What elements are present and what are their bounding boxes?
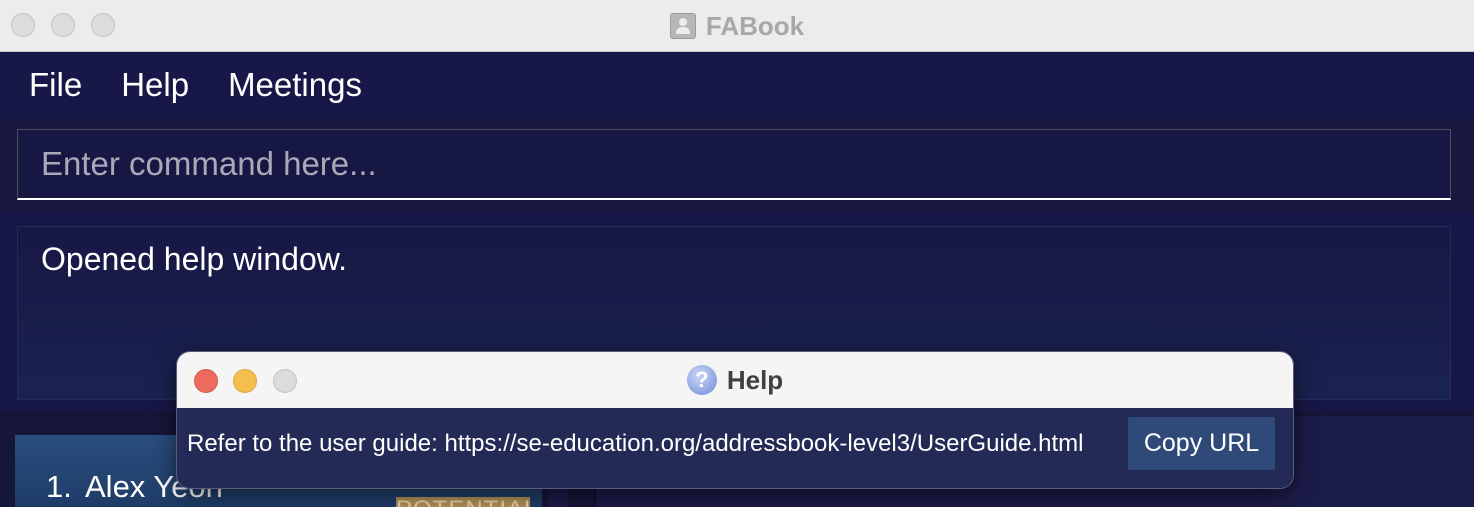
person-index: 1.: [46, 469, 72, 504]
menu-file[interactable]: File: [29, 66, 82, 104]
window-title-group: FABook: [0, 0, 1474, 52]
help-dialog: ? Help Refer to the user guide: https://…: [176, 351, 1294, 489]
menu-meetings[interactable]: Meetings: [228, 66, 362, 104]
window-title: FABook: [705, 10, 805, 41]
help-message: Refer to the user guide: https://se-educ…: [187, 430, 1084, 457]
menu-help[interactable]: Help: [121, 66, 189, 104]
question-icon: ?: [686, 365, 717, 395]
help-title-group: ? Help: [177, 352, 1293, 408]
person-tag: POTENTIAL: [396, 497, 537, 507]
help-body: Refer to the user guide: https://se-educ…: [177, 408, 1293, 488]
help-titlebar: ? Help: [177, 352, 1293, 408]
address-book-icon: [669, 13, 696, 39]
help-title: Help: [726, 364, 784, 395]
window-titlebar: FABook: [0, 0, 1474, 52]
result-message: Opened help window.: [41, 241, 347, 277]
fabook-app: FABook File Help Meetings Opened help wi…: [0, 0, 1474, 507]
copy-url-button[interactable]: Copy URL: [1128, 417, 1275, 470]
command-input[interactable]: [17, 129, 1451, 200]
menu-bar: File Help Meetings: [0, 52, 1474, 118]
command-area: [0, 118, 1474, 212]
